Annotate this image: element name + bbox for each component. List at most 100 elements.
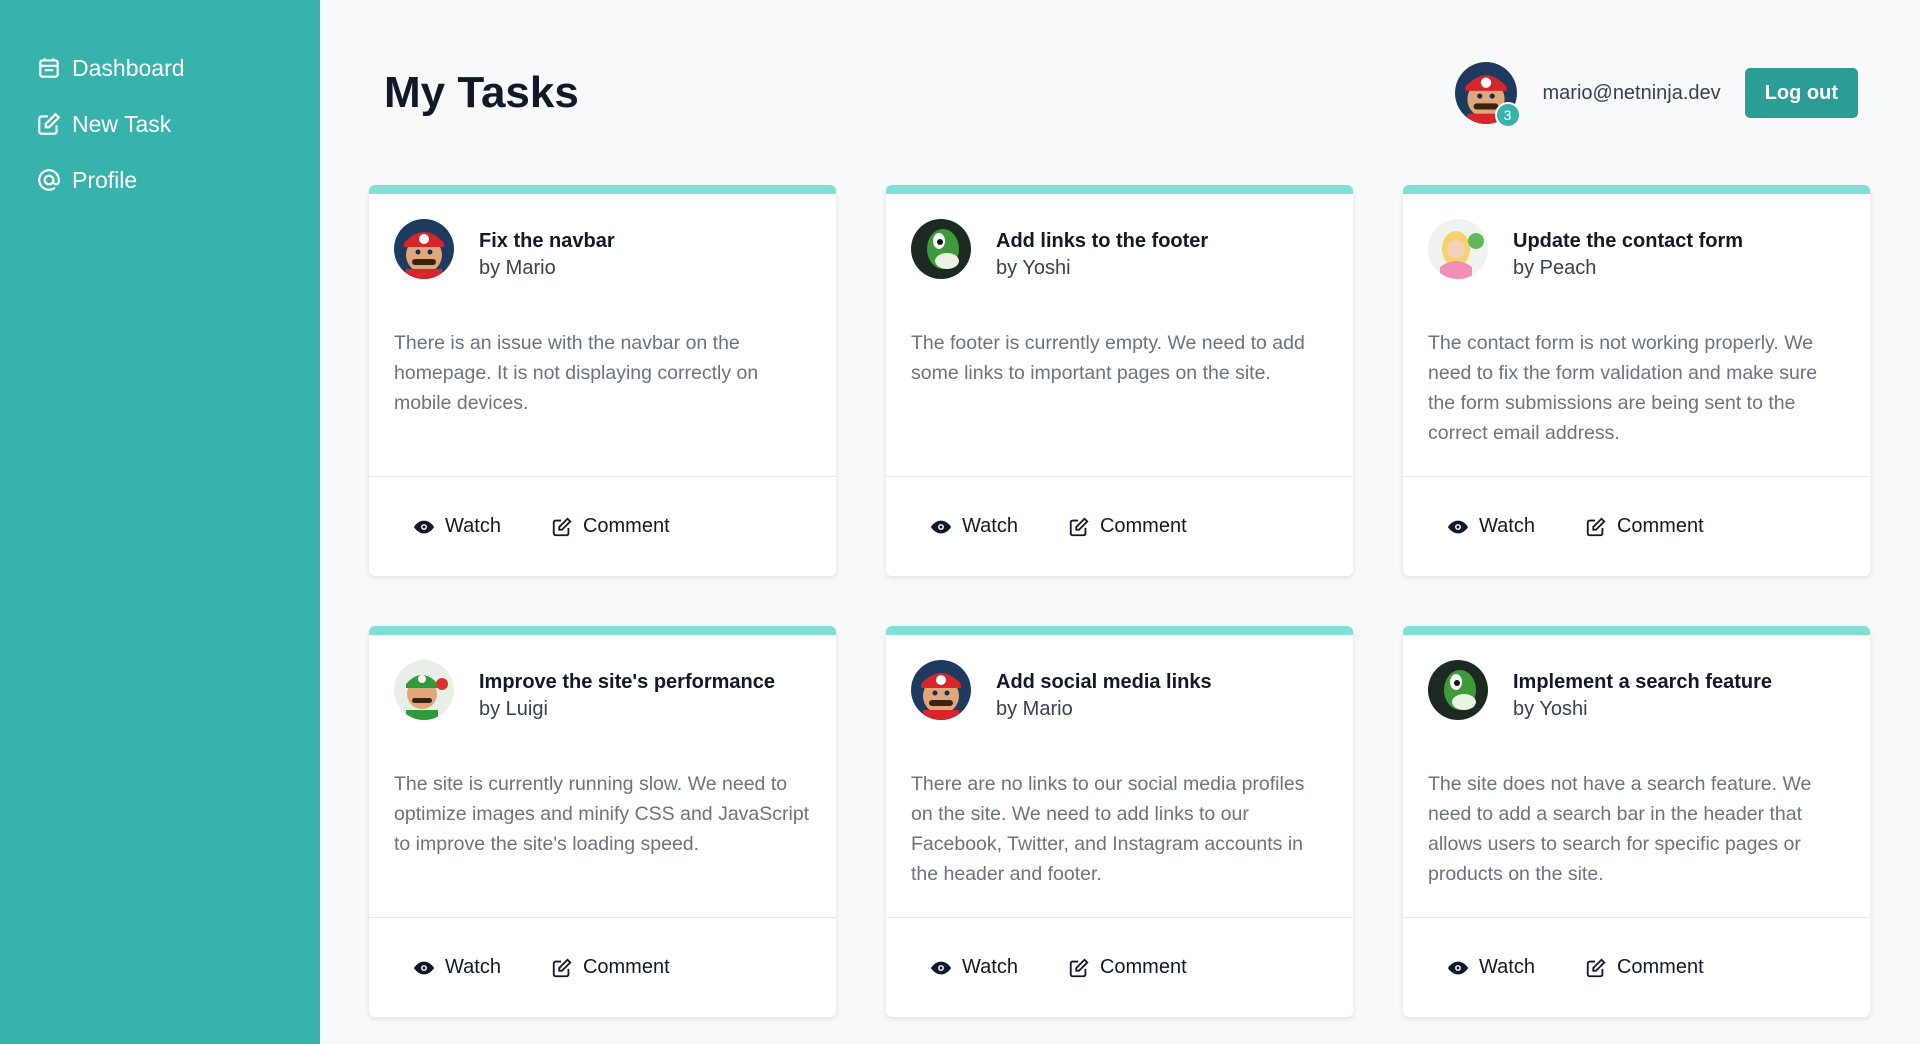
sidebar-item-label: New Task: [72, 110, 172, 137]
avatar: [911, 660, 971, 720]
avatar: [1428, 219, 1488, 279]
task-description: The contact form is not working properly…: [1428, 332, 1818, 444]
task-card-header: Add social media links by Mario: [886, 635, 1353, 747]
eye-icon: [413, 961, 435, 974]
task-card: Add social media links by Mario There ar…: [886, 626, 1353, 1017]
task-description: The site does not have a search feature.…: [1428, 773, 1812, 885]
watch-label: Watch: [445, 515, 501, 537]
comment-label: Comment: [582, 515, 670, 537]
edit-icon: [1586, 957, 1606, 977]
task-description: There is an issue with the navbar on the…: [394, 332, 759, 414]
user-email: mario@netninja.dev: [1542, 81, 1721, 104]
task-card-header: Implement a search feature by Yoshi: [1403, 635, 1870, 747]
task-card-footer: Watch Comment: [886, 476, 1353, 576]
comment-button[interactable]: Comment: [1068, 515, 1187, 538]
comment-button[interactable]: Comment: [1585, 515, 1704, 538]
notification-badge: 3: [1494, 102, 1521, 128]
task-meta: Update the contact form by Peach: [1513, 219, 1743, 280]
task-card: Update the contact form by Peach The con…: [1403, 185, 1870, 576]
watch-button[interactable]: Watch: [413, 515, 501, 538]
comment-label: Comment: [1616, 956, 1704, 978]
watch-button[interactable]: Watch: [413, 956, 501, 979]
watch-label: Watch: [445, 956, 501, 978]
task-card: Add links to the footer by Yoshi The foo…: [886, 185, 1353, 576]
task-author: by Yoshi: [1513, 698, 1588, 720]
logout-button[interactable]: Log out: [1744, 68, 1858, 118]
edit-icon: [1586, 516, 1606, 536]
sidebar-item-label: Dashboard: [72, 54, 185, 81]
watch-button[interactable]: Watch: [930, 956, 1018, 979]
task-card: Implement a search feature by Yoshi The …: [1403, 626, 1870, 1017]
task-card-header: Improve the site's performance by Luigi: [369, 635, 836, 747]
task-card-header: Fix the navbar by Mario: [369, 194, 836, 306]
task-card-footer: Watch Comment: [369, 476, 836, 576]
edit-icon: [552, 516, 572, 536]
task-title: Update the contact form: [1513, 230, 1744, 252]
task-grid: Fix the navbar by Mario There is an issu…: [369, 185, 1870, 1017]
comment-button[interactable]: Comment: [551, 515, 670, 538]
task-author: by Mario: [996, 698, 1073, 720]
task-title: Improve the site's performance: [479, 671, 775, 693]
eye-icon: [930, 520, 952, 533]
user-box: 3 mario@netninja.dev Log out: [1455, 62, 1858, 128]
edit-icon: [1069, 516, 1089, 536]
avatar: [1428, 660, 1488, 720]
comment-button[interactable]: Comment: [1068, 956, 1187, 979]
task-card-footer: Watch Comment: [886, 917, 1353, 1017]
task-card: Improve the site's performance by Luigi …: [369, 626, 836, 1017]
watch-button[interactable]: Watch: [1447, 515, 1535, 538]
edit-icon: [36, 111, 62, 137]
comment-label: Comment: [1616, 515, 1704, 537]
eye-icon: [413, 520, 435, 533]
task-description: The site is currently running slow. We n…: [394, 773, 810, 855]
comment-label: Comment: [582, 956, 670, 978]
sidebar-item-profile[interactable]: Profile: [0, 152, 320, 208]
task-card-footer: Watch Comment: [1403, 476, 1870, 576]
sidebar-item-new-task[interactable]: New Task: [0, 96, 320, 152]
watch-button[interactable]: Watch: [1447, 956, 1535, 979]
task-meta: Implement a search feature by Yoshi: [1513, 660, 1772, 721]
calendar-icon: [36, 55, 62, 81]
task-description: There are no links to our social media p…: [911, 773, 1305, 885]
at-icon: [36, 167, 62, 193]
sidebar-item-dashboard[interactable]: Dashboard: [0, 40, 320, 96]
task-title: Fix the navbar: [479, 230, 615, 252]
main-content: My Tasks 3 mario@netninja.dev Log out Fi…: [320, 0, 1920, 1044]
task-meta: Fix the navbar by Mario: [479, 219, 615, 280]
comment-button[interactable]: Comment: [1585, 956, 1704, 979]
edit-icon: [1069, 957, 1089, 977]
task-author: by Peach: [1513, 257, 1597, 279]
task-author: by Yoshi: [996, 257, 1071, 279]
page-title: My Tasks: [384, 68, 579, 117]
task-card-header: Add links to the footer by Yoshi: [886, 194, 1353, 306]
task-meta: Add links to the footer by Yoshi: [996, 219, 1208, 280]
avatar: [394, 219, 454, 279]
task-meta: Add social media links by Mario: [996, 660, 1212, 721]
watch-label: Watch: [1479, 956, 1535, 978]
eye-icon: [1447, 520, 1469, 533]
edit-icon: [552, 957, 572, 977]
user-avatar[interactable]: 3: [1455, 62, 1521, 128]
avatar: [911, 219, 971, 279]
task-card-footer: Watch Comment: [1403, 917, 1870, 1017]
task-title: Add social media links: [996, 671, 1212, 693]
watch-button[interactable]: Watch: [930, 515, 1018, 538]
eye-icon: [930, 961, 952, 974]
comment-label: Comment: [1099, 956, 1187, 978]
comment-label: Comment: [1099, 515, 1187, 537]
avatar: [394, 660, 454, 720]
task-title: Add links to the footer: [996, 230, 1209, 252]
watch-label: Watch: [962, 956, 1018, 978]
sidebar: Dashboard New Task Profile: [0, 0, 320, 1044]
watch-label: Watch: [1479, 515, 1535, 537]
task-title: Implement a search feature: [1513, 671, 1772, 693]
sidebar-item-label: Profile: [72, 166, 138, 193]
task-card-footer: Watch Comment: [369, 917, 836, 1017]
task-card: Fix the navbar by Mario There is an issu…: [369, 185, 836, 576]
task-meta: Improve the site's performance by Luigi: [479, 660, 775, 721]
task-description: The footer is currently empty. We need t…: [911, 332, 1305, 384]
task-author: by Luigi: [479, 698, 548, 720]
eye-icon: [1447, 961, 1469, 974]
task-author: by Mario: [479, 257, 556, 279]
comment-button[interactable]: Comment: [551, 956, 670, 979]
